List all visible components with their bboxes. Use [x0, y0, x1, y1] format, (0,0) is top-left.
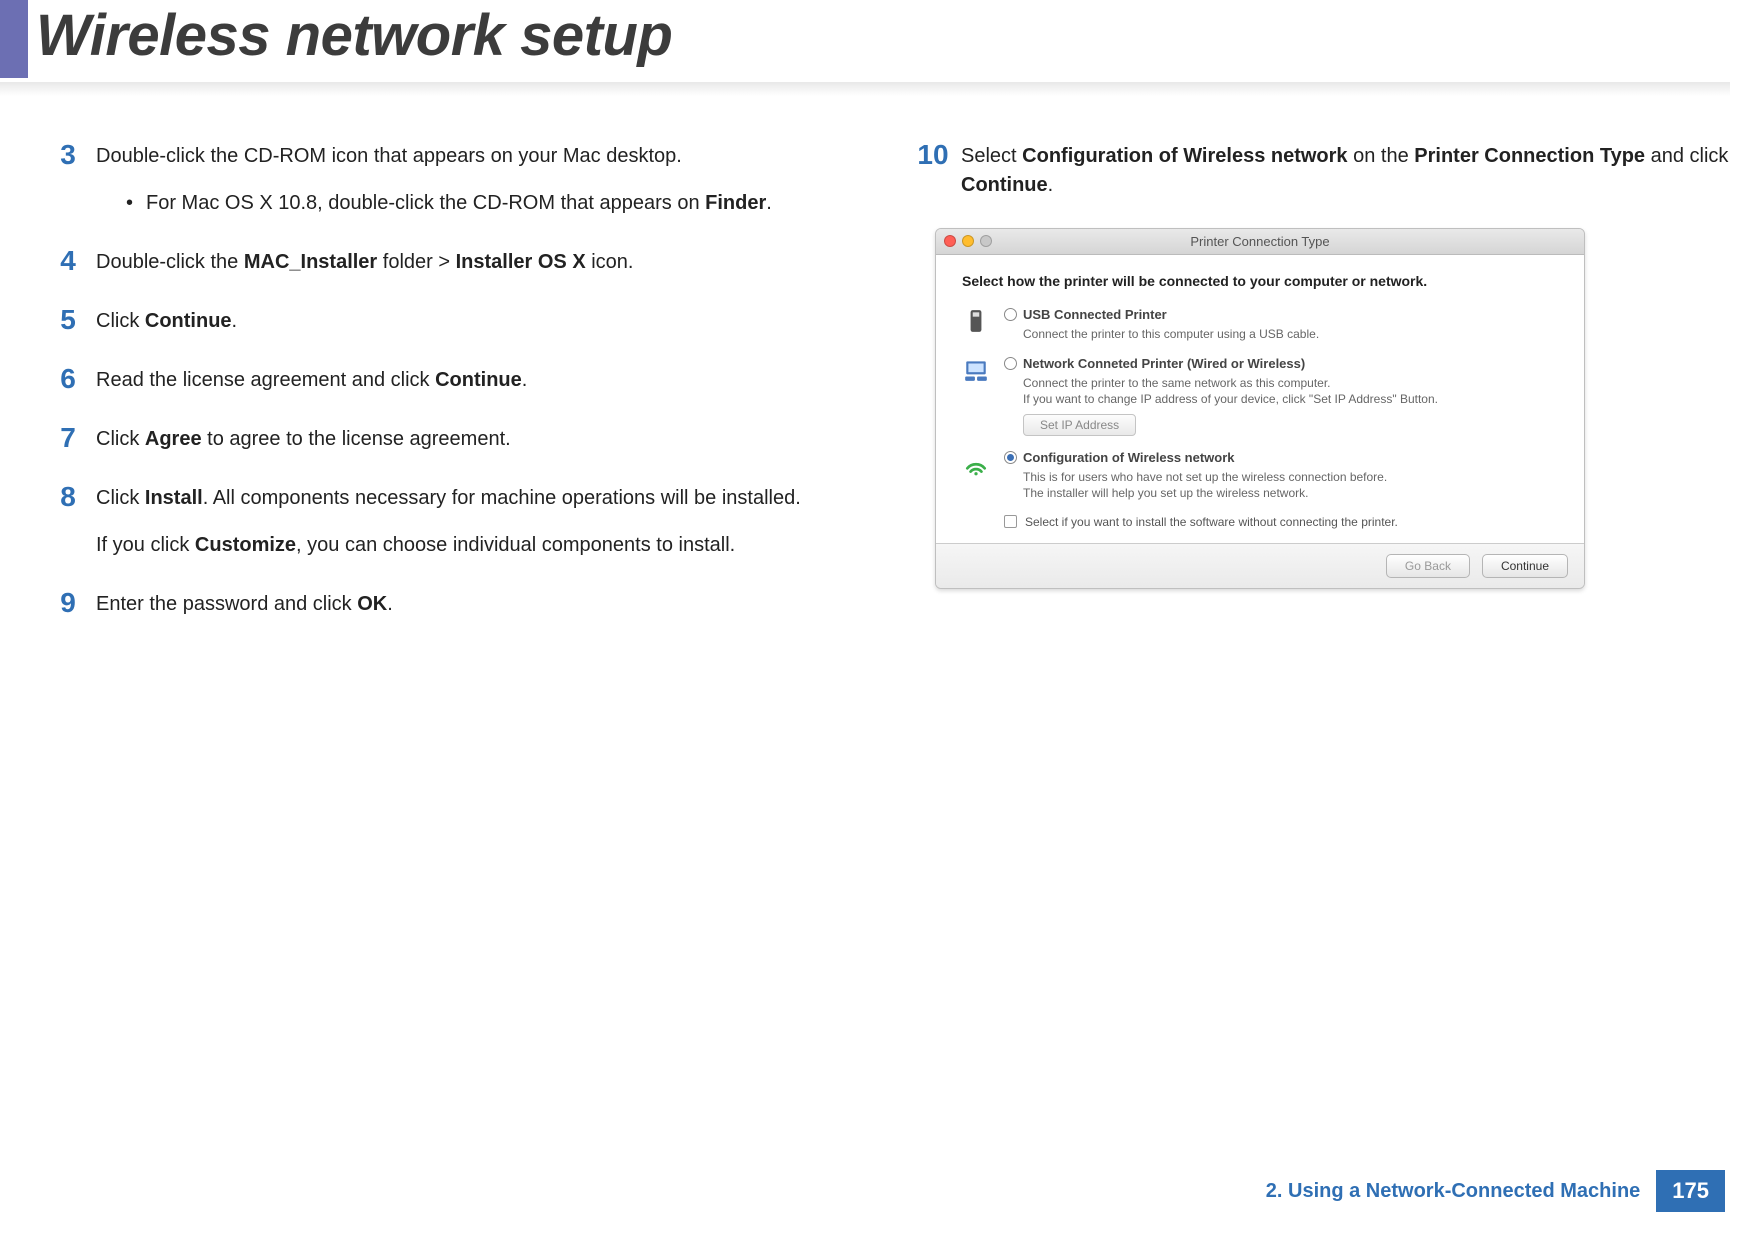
page-number: 175 [1656, 1170, 1725, 1212]
option-label[interactable]: Network Conneted Printer (Wired or Wirel… [1004, 356, 1558, 371]
option-net: Network Conneted Printer (Wired or Wirel… [962, 356, 1558, 435]
dialog-title: Printer Connection Type [1190, 234, 1329, 249]
option-label[interactable]: USB Connected Printer [1004, 307, 1558, 322]
radio-net[interactable] [1004, 357, 1017, 370]
option-desc: Connect the printer to this computer usi… [1023, 326, 1558, 342]
step-number: 4 [40, 246, 96, 277]
wifi-icon [962, 450, 990, 478]
continue-button[interactable]: Continue [1482, 554, 1568, 578]
option-usb: USB Connected Printer Connect the printer… [962, 307, 1558, 342]
go-back-button[interactable]: Go Back [1386, 554, 1470, 578]
option-text: USB Connected Printer [1023, 307, 1167, 322]
step-number: 7 [40, 423, 96, 454]
usb-icon [962, 307, 990, 335]
page-title: Wireless network setup [36, 2, 672, 69]
column-left: 3Double-click the CD-ROM icon that appea… [40, 140, 875, 647]
step-body: Double-click the MAC_Installer folder > … [96, 246, 633, 277]
step-number: 5 [40, 305, 96, 336]
checkbox-label: Select if you want to install the softwa… [1025, 515, 1398, 529]
option-wifi: Configuration of Wireless network This is… [962, 450, 1558, 501]
checkbox-row[interactable]: Select if you want to install the softwa… [1004, 515, 1558, 529]
side-accent [0, 0, 28, 78]
step-body: Enter the password and click OK. [96, 588, 393, 619]
step-body: Click Agree to agree to the license agre… [96, 423, 511, 454]
step-body: Double-click the CD-ROM icon that appear… [96, 140, 772, 218]
radio-usb[interactable] [1004, 308, 1017, 321]
step-number: 6 [40, 364, 96, 395]
step-number: 8 [40, 482, 96, 513]
step-7: 7Click Agree to agree to the license agr… [40, 423, 875, 454]
step-8: 8Click Install. All components necessary… [40, 482, 875, 560]
option-desc: Connect the printer to the same network … [1023, 375, 1558, 407]
chapter-label: 2. Using a Network-Connected Machine [1266, 1180, 1641, 1203]
dialog-footer: Go Back Continue [936, 543, 1584, 588]
step-6: 6Read the license agreement and click Co… [40, 364, 875, 395]
column-right: 10Select Configuration of Wireless netwo… [905, 140, 1740, 647]
step-3: 3Double-click the CD-ROM icon that appea… [40, 140, 875, 218]
traffic-lights [944, 235, 992, 247]
option-text: Configuration of Wireless network [1023, 450, 1235, 465]
radio-wifi[interactable] [1004, 451, 1017, 464]
option-label[interactable]: Configuration of Wireless network [1004, 450, 1558, 465]
step-number: 3 [40, 140, 96, 171]
step-10: 10Select Configuration of Wireless netwo… [905, 140, 1740, 200]
install-without-printer-checkbox[interactable] [1004, 515, 1017, 528]
dialog-body: Select how the printer will be connected… [936, 255, 1584, 543]
step-9: 9Enter the password and click OK. [40, 588, 875, 619]
step-body: Select Configuration of Wireless network… [961, 140, 1740, 200]
dialog-heading: Select how the printer will be connected… [962, 273, 1558, 289]
step-sub: For Mac OS X 10.8, double-click the CD-R… [126, 189, 772, 218]
zoom-icon[interactable] [980, 235, 992, 247]
step-4: 4Double-click the MAC_Installer folder >… [40, 246, 875, 277]
printer-connection-dialog: Printer Connection Type Select how the pr… [935, 228, 1585, 589]
option-text: Network Conneted Printer (Wired or Wirel… [1023, 356, 1305, 371]
step-body: Click Install. All components necessary … [96, 482, 801, 560]
title-rule [0, 82, 1730, 96]
set-ip-button[interactable]: Set IP Address [1023, 414, 1136, 436]
page-footer: 2. Using a Network-Connected Machine 175 [1266, 1170, 1725, 1212]
option-desc: This is for users who have not set up th… [1023, 469, 1558, 501]
step-5: 5Click Continue. [40, 305, 875, 336]
step-number: 9 [40, 588, 96, 619]
step-number: 10 [905, 140, 961, 171]
step-para: If you click Customize, you can choose i… [96, 531, 801, 560]
step-body: Click Continue. [96, 305, 237, 336]
step-body: Read the license agreement and click Con… [96, 364, 527, 395]
net-icon [962, 356, 990, 384]
close-icon[interactable] [944, 235, 956, 247]
content-columns: 3Double-click the CD-ROM icon that appea… [40, 140, 1740, 647]
minimize-icon[interactable] [962, 235, 974, 247]
dialog-titlebar: Printer Connection Type [936, 229, 1584, 255]
